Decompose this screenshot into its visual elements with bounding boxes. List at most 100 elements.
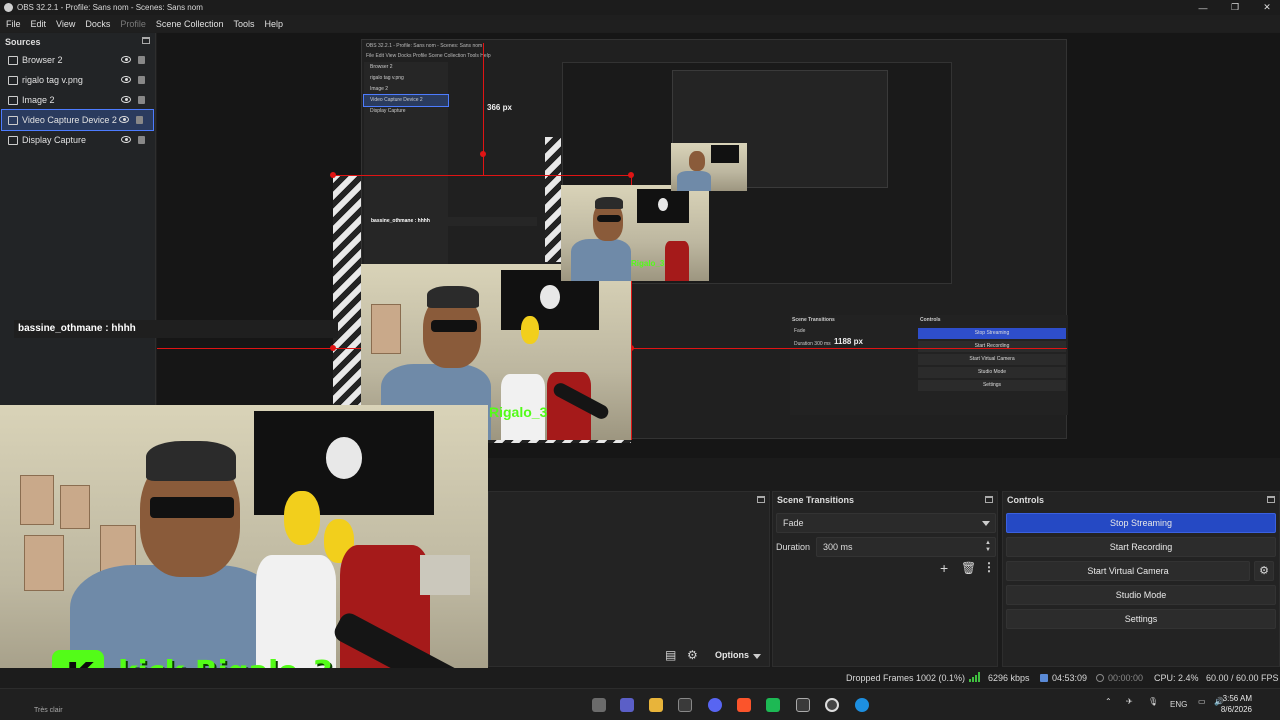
dropped-frames: Dropped Frames 1002 (0.1%) — [846, 673, 966, 683]
windows-taskbar: Très clair ⌃ ✈ 🎙 ENG ▭ 🔊 3:56 AM 8/6/202… — [0, 688, 1280, 720]
source-item-browser-2[interactable]: Browser 2 — [0, 50, 155, 70]
nested-bottom-docks: Scene Transitions Fade Duration 300 ms C… — [790, 315, 1068, 415]
lock-icon[interactable] — [138, 76, 145, 84]
nested-source-item: Image 2 — [370, 86, 389, 92]
resize-handle-top-left[interactable] — [330, 172, 336, 178]
more-options-icon[interactable]: ⋮ — [983, 560, 995, 574]
undock-icon[interactable] — [757, 496, 765, 503]
lock-icon[interactable] — [138, 136, 145, 144]
chevron-up-icon[interactable]: ⌃ — [1105, 697, 1112, 706]
visibility-eye-icon[interactable] — [121, 96, 131, 103]
display-icon[interactable]: ▭ — [1198, 697, 1206, 706]
system-clock[interactable]: 3:56 AM 8/6/2026 — [1221, 693, 1252, 715]
resize-handle-left[interactable] — [330, 345, 336, 351]
source-label: Display Capture — [22, 135, 87, 145]
task-view-icon[interactable] — [592, 698, 606, 712]
menu-profile[interactable]: Profile — [120, 19, 146, 29]
controls-header: Controls — [1003, 492, 1279, 508]
media-player-icon[interactable] — [766, 698, 780, 712]
stop-streaming-button[interactable]: Stop Streaming — [1006, 513, 1276, 533]
undock-icon[interactable] — [985, 496, 993, 503]
visibility-eye-icon[interactable] — [119, 116, 129, 123]
menu-scene-collection[interactable]: Scene Collection — [156, 19, 224, 29]
chat-overlay: bassine_othmane : hhhh — [14, 320, 338, 338]
kick-handle-mid: Rigalo_3 — [489, 404, 548, 420]
advanced-audio-icon[interactable]: ⚙ — [687, 648, 698, 662]
menu-tools[interactable]: Tools — [233, 19, 254, 29]
spin-arrows-icon[interactable]: ▲ ▼ — [985, 540, 991, 554]
settings-button[interactable]: Settings — [1006, 609, 1276, 629]
network-icon[interactable]: ✈ — [1126, 697, 1133, 706]
nested-duration: Duration 300 ms — [794, 341, 831, 347]
webcam-feed-tiny — [671, 143, 747, 191]
sources-header: Sources — [0, 33, 155, 50]
microphone-icon[interactable]: 🎙 — [1148, 697, 1158, 706]
preview-canvas[interactable]: OBS 32.2.1 - Profile: Sans nom - Scenes:… — [14, 33, 1280, 458]
nested-chat-overlay: bassine_othmane : hhhh — [367, 217, 537, 226]
lock-icon[interactable] — [138, 96, 145, 104]
menu-edit[interactable]: Edit — [31, 19, 47, 29]
file-explorer-icon[interactable] — [649, 698, 663, 712]
lock-icon[interactable] — [136, 116, 143, 124]
selection-hatch-inner — [545, 137, 561, 262]
layout-icon[interactable]: ▤ — [665, 648, 676, 662]
visibility-eye-icon[interactable] — [121, 136, 131, 143]
minimize-button[interactable]: — — [1198, 3, 1208, 13]
start-recording-button[interactable]: Start Recording — [1006, 537, 1276, 557]
height-measure-label: 366 px — [487, 103, 512, 112]
app-icon[interactable] — [796, 698, 810, 712]
chevron-down-icon — [982, 521, 990, 526]
duration-spinbox[interactable]: 300 ms ▲ ▼ — [816, 537, 996, 557]
kick-handle-small: Rigalo_3 — [631, 259, 665, 268]
undock-icon[interactable] — [1267, 496, 1275, 503]
source-item-video-capture-device-2[interactable]: Video Capture Device 2 — [1, 109, 154, 131]
obs-logo-icon — [4, 3, 13, 12]
menu-docks[interactable]: Docks — [85, 19, 110, 29]
language-indicator[interactable]: ENG — [1170, 700, 1187, 709]
resize-handle-top-right[interactable] — [628, 172, 634, 178]
source-label: Video Capture Device 2 — [22, 115, 117, 125]
cpu-usage: CPU: 2.4% — [1154, 673, 1199, 683]
nested-start-virtual-camera: Start Virtual Camera — [918, 354, 1066, 365]
source-item-rigalo-tag[interactable]: rigalo tag v.png — [0, 70, 155, 90]
source-item-image-2[interactable]: Image 2 — [0, 90, 155, 110]
wall-outlet — [420, 555, 470, 595]
weather-widget[interactable]: Très clair — [34, 707, 63, 714]
edge-icon[interactable] — [855, 698, 869, 712]
visibility-eye-icon[interactable] — [121, 76, 131, 83]
transition-value: Fade — [783, 518, 804, 528]
virtual-camera-settings-gear-icon[interactable]: ⚙ — [1254, 561, 1274, 581]
start-virtual-camera-button[interactable]: Start Virtual Camera — [1006, 561, 1250, 581]
visibility-eye-icon[interactable] — [121, 56, 131, 63]
store-icon[interactable] — [678, 698, 692, 712]
discord-icon[interactable] — [708, 698, 722, 712]
controls-title: Controls — [1007, 495, 1044, 505]
undock-icon[interactable] — [142, 37, 150, 44]
audio-mixer-dock: ▤ ⚙ Options — [488, 491, 770, 667]
width-measure-label: 1188 px — [834, 337, 863, 346]
transition-select[interactable]: Fade — [776, 513, 996, 533]
status-bar: Dropped Frames 1002 (0.1%) 6296 kbps 04:… — [0, 668, 1280, 688]
trash-icon[interactable]: 🗑 — [961, 561, 976, 575]
obs-taskbar-icon[interactable] — [825, 698, 839, 712]
duration-value: 300 ms — [823, 542, 853, 552]
source-item-display-capture[interactable]: Display Capture — [0, 130, 155, 150]
stream-icon — [1040, 674, 1048, 682]
menu-view[interactable]: View — [56, 19, 75, 29]
options-menu[interactable]: Options — [715, 650, 749, 660]
camera-icon — [8, 115, 18, 125]
add-transition-icon[interactable]: + — [940, 560, 948, 576]
close-button[interactable]: ✕ — [1262, 2, 1272, 13]
menu-help[interactable]: Help — [264, 19, 283, 29]
nested-start-recording: Start Recording — [918, 341, 1066, 352]
resize-handle-top[interactable] — [480, 151, 486, 157]
nested-menu-bar: File Edit View Docks Profile Scene Colle… — [366, 53, 491, 59]
nested-window-title: OBS 32.2.1 - Profile: Sans nom - Scenes:… — [366, 43, 483, 49]
menu-file[interactable]: File — [6, 19, 21, 29]
studio-mode-button[interactable]: Studio Mode — [1006, 585, 1276, 605]
brave-icon[interactable] — [737, 698, 751, 712]
image-icon — [8, 75, 18, 85]
maximize-button[interactable]: ❐ — [1230, 2, 1240, 13]
teams-icon[interactable] — [620, 698, 634, 712]
lock-icon[interactable] — [138, 56, 145, 64]
